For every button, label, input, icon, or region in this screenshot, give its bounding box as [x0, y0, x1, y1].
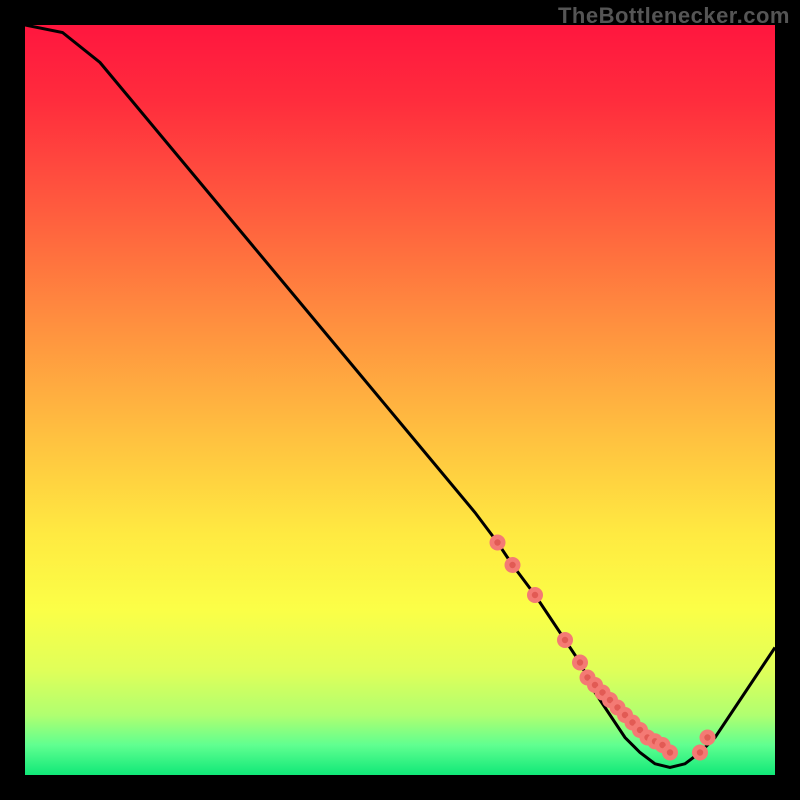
- data-marker-core: [494, 539, 500, 545]
- data-marker-core: [667, 749, 673, 755]
- bottleneck-curve-chart: [25, 25, 775, 775]
- data-marker-core: [562, 637, 568, 643]
- attribution-text: TheBottlenecker.com: [558, 3, 790, 29]
- data-marker-core: [697, 749, 703, 755]
- data-marker-core: [577, 659, 583, 665]
- gradient-background: [25, 25, 775, 775]
- chart-container: TheBottlenecker.com: [0, 0, 800, 800]
- data-marker-core: [509, 562, 515, 568]
- data-marker-core: [704, 734, 710, 740]
- data-marker-core: [532, 592, 538, 598]
